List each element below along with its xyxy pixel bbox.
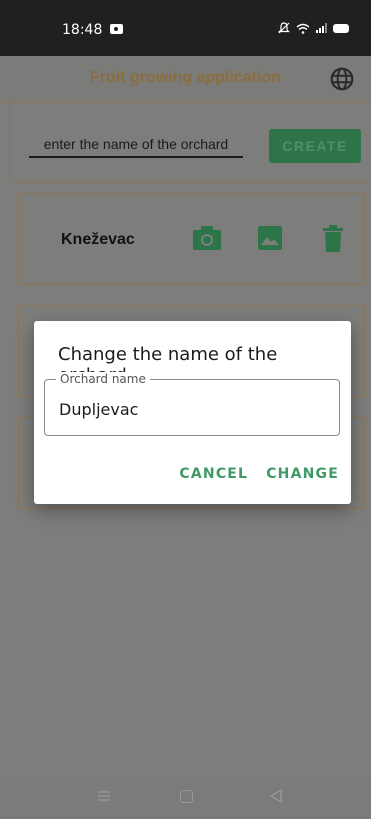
wifi-icon [296,23,310,34]
status-time: 18:48 [62,22,103,38]
change-button[interactable]: CHANGE [266,466,339,482]
orchard-card: Kneževac [18,193,365,285]
orchard-name: Kneževac [61,231,135,248]
trash-icon[interactable] [322,225,344,253]
orchard-name-edit-input[interactable] [59,398,319,420]
globe-icon[interactable] [329,66,355,92]
menu-icon[interactable] [98,791,110,801]
app-title: Fruit growing application [89,69,282,86]
back-icon[interactable] [269,789,283,803]
navigation-bar [0,776,371,819]
battery-icon [333,23,349,33]
app-bar: Fruit growing application [0,56,371,103]
signal-icon [316,23,327,33]
rename-dialog: Change the name of the orchard Orchard n… [34,321,351,504]
camera-icon[interactable] [192,225,222,251]
screen-record-icon [110,24,123,34]
image-icon[interactable] [257,225,283,251]
create-orchard-section: CREATE [9,103,371,183]
silent-bell-icon [278,22,290,34]
orchard-name-input[interactable] [29,131,243,158]
home-icon[interactable] [180,790,193,803]
cancel-button[interactable]: CANCEL [179,466,248,482]
system-icons [278,22,349,34]
orchard-name-field: Orchard name [44,372,340,436]
field-label: Orchard name [56,372,150,386]
dialog-actions: CANCEL CHANGE [179,466,339,482]
status-bar: 18:48 [0,0,371,56]
create-button[interactable]: CREATE [269,129,361,163]
